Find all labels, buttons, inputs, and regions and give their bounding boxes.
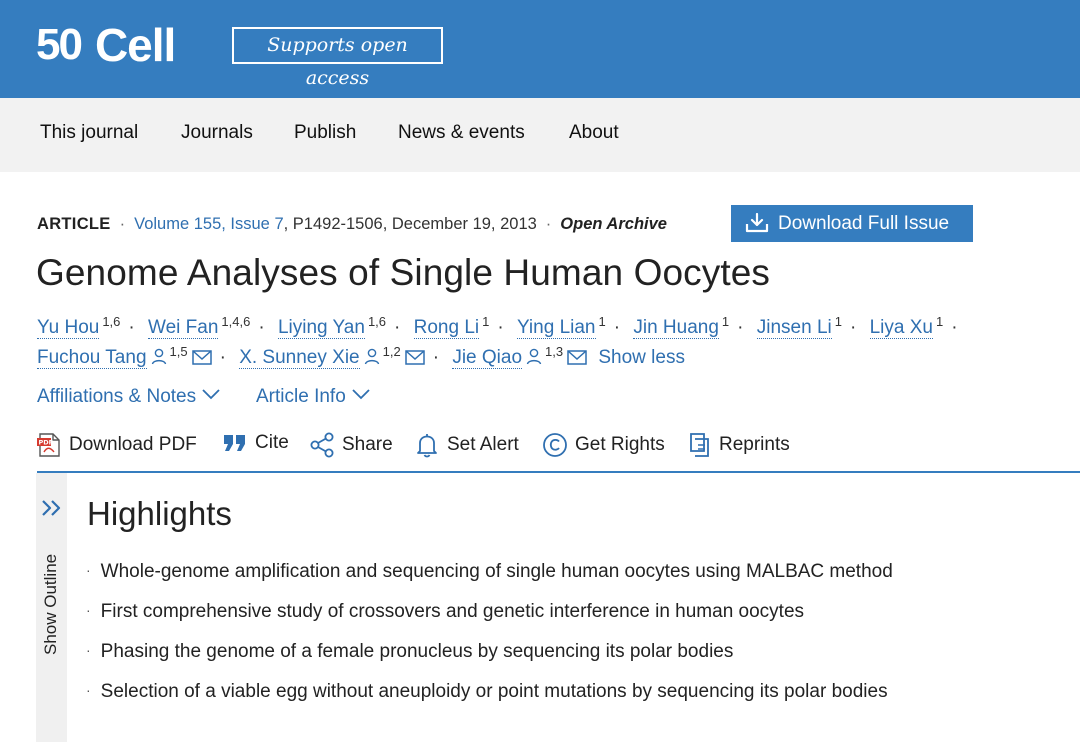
- cite-button[interactable]: Cite: [222, 432, 289, 454]
- author[interactable]: Rong Li 1: [413, 314, 489, 339]
- person-icon: [526, 348, 542, 365]
- author-list-continued: Fuchou Tang 1,5 · X. Sunney Xie 1,2 · Jie Qi…: [37, 344, 685, 369]
- pages-date: , P1492-1506, December 19, 2013: [283, 215, 537, 233]
- toolbar-divider: [37, 471, 1080, 473]
- author[interactable]: Jin Huang 1: [633, 314, 729, 339]
- chevron-down-icon: [202, 389, 220, 400]
- open-access-badge[interactable]: Supports open access: [232, 27, 443, 89]
- quote-icon: [224, 435, 245, 451]
- show-outline-label[interactable]: Show Outline: [41, 554, 61, 655]
- author[interactable]: Liya Xu 1: [869, 314, 943, 339]
- author[interactable]: Jinsen Li 1: [756, 314, 842, 339]
- show-less-link[interactable]: Show less: [598, 347, 685, 368]
- reprints-label: Reprints: [719, 434, 790, 455]
- nav-publish[interactable]: Publish: [294, 122, 356, 144]
- logo-journal-name: Cell: [94, 19, 176, 71]
- email-icon[interactable]: [567, 350, 587, 365]
- nav-about[interactable]: About: [569, 122, 619, 144]
- highlights-heading: Highlights: [87, 495, 232, 532]
- volume-issue-link[interactable]: Volume 155, Issue 7: [134, 215, 284, 233]
- author[interactable]: Wei Fan 1,4,6: [148, 314, 250, 339]
- main-nav: This journal Journals Publish News & eve…: [0, 98, 1080, 172]
- copyright-icon: [543, 433, 567, 457]
- author[interactable]: Liying Yan 1,6: [277, 314, 386, 339]
- set-alert-label: Set Alert: [447, 434, 519, 455]
- meta-separator: ·: [119, 215, 126, 233]
- article-meta: ARTICLE · Volume 155, Issue 7, P1492-1506,…: [37, 215, 667, 234]
- cite-label: Cite: [255, 432, 289, 453]
- author[interactable]: Yu Hou 1,6: [37, 314, 120, 339]
- download-pdf-label: Download PDF: [69, 434, 197, 455]
- affiliations-notes-toggle[interactable]: Affiliations & Notes: [37, 386, 220, 408]
- logo-anniversary-number: 50: [36, 20, 83, 69]
- nav-news-events[interactable]: News & events: [398, 122, 525, 144]
- article-info-toggle[interactable]: Article Info: [256, 386, 370, 408]
- bell-icon: [417, 434, 437, 458]
- download-pdf-button[interactable]: PDF Download PDF: [36, 432, 197, 458]
- nav-this-journal[interactable]: This journal: [40, 122, 138, 144]
- reprints-button[interactable]: Reprints: [688, 432, 790, 458]
- nav-journals[interactable]: Journals: [181, 122, 253, 144]
- double-chevron-right-icon: [42, 500, 61, 516]
- chevron-down-icon: [352, 389, 370, 400]
- get-rights-label: Get Rights: [575, 434, 665, 455]
- author-list: Yu Hou 1,6 · Wei Fan 1,4,6 · Liying Yan 1,6 · …: [37, 314, 958, 339]
- share-icon: [310, 432, 334, 458]
- email-icon[interactable]: [191, 350, 212, 365]
- highlight-item: · Selection of a viable egg without aneup…: [86, 681, 888, 702]
- meta-separator: ·: [545, 215, 552, 233]
- journal-header: 50 Cell Supports open access: [0, 0, 1080, 98]
- cell-logo[interactable]: 50 Cell: [36, 19, 176, 71]
- article-info-label: Article Info: [256, 386, 346, 407]
- email-icon[interactable]: [404, 350, 425, 365]
- access-type: Open Archive: [560, 215, 667, 233]
- author[interactable]: X. Sunney Xie 1,2: [239, 344, 425, 369]
- download-full-issue-button[interactable]: Download Full Issue: [731, 205, 973, 242]
- svg-text:PDF: PDF: [39, 439, 54, 447]
- author[interactable]: Ying Lian 1: [516, 314, 606, 339]
- article-title: Genome Analyses of Single Human Oocytes: [36, 252, 770, 293]
- affiliations-label: Affiliations & Notes: [37, 386, 197, 407]
- reprints-icon: [690, 433, 709, 457]
- pdf-icon: PDF: [37, 433, 60, 457]
- person-icon: [151, 348, 166, 365]
- highlight-item: · Whole-genome amplification and sequenci…: [86, 561, 893, 582]
- download-icon: [745, 213, 769, 233]
- share-label: Share: [342, 434, 393, 455]
- highlight-item: · Phasing the genome of a female pronucle…: [86, 641, 734, 662]
- person-icon: [364, 348, 379, 365]
- author[interactable]: Fuchou Tang 1,5: [37, 344, 212, 369]
- highlight-item: · First comprehensive study of crossovers…: [86, 601, 805, 622]
- get-rights-button[interactable]: Get Rights: [542, 432, 665, 458]
- author[interactable]: Jie Qiao 1,3: [452, 344, 587, 369]
- article-type: ARTICLE: [37, 215, 111, 233]
- set-alert-button[interactable]: Set Alert: [414, 432, 519, 458]
- download-full-issue-label: Download Full Issue: [778, 213, 950, 234]
- share-button[interactable]: Share: [309, 432, 393, 458]
